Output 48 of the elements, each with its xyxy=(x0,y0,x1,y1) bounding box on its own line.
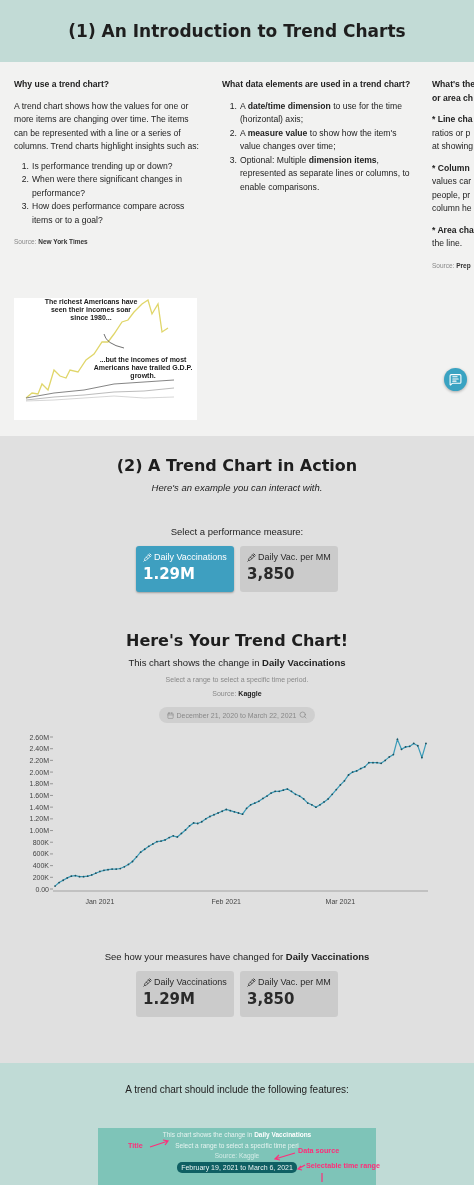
syringe-icon xyxy=(247,977,256,987)
list-item: A date/time dimension to use for the time (horizontal) axis; xyxy=(240,99,403,126)
chart-title: Here's Your Trend Chart! xyxy=(126,630,348,652)
comparison-caption: See how your measures have changed for Daily Vaccinations xyxy=(104,951,370,962)
list-number: 3. xyxy=(20,200,29,213)
section-title: (2) A Trend Chart in Action xyxy=(116,455,358,477)
list-number: 3. xyxy=(228,153,237,167)
text-line: people, pr xyxy=(432,188,471,202)
page-title: (1) An Introduction to Trend Charts xyxy=(68,21,406,41)
column-heading: What data elements are used in a trend chart? xyxy=(222,78,412,91)
list-item: When were there significant changes in performance? xyxy=(32,173,183,200)
text-line: at showing xyxy=(432,140,474,153)
measure-card[interactable]: Daily Vac. per MM 3,850 xyxy=(240,971,338,1017)
arrow-icon xyxy=(297,1165,305,1170)
list-item: How does performance compare across items or to a goal? xyxy=(32,200,186,227)
text-line: the line. xyxy=(432,237,463,250)
text-line: * Line cha xyxy=(432,113,473,126)
features-heading: A trend chart should include the following features: xyxy=(125,1084,349,1095)
section-subtitle: Here's an example you can interact with. xyxy=(151,482,323,493)
paragraph: A trend chart shows how the values for one or more items are changing over time. The items can be represented with a line or a series of columns. Trend charts highlight insights such as: xyxy=(14,99,200,153)
list-item: Optional: Multiple dimension items, represented as separate lines or columns, to enable comparisons. xyxy=(240,153,411,194)
syringe-icon xyxy=(143,552,152,562)
list-number: 1. xyxy=(228,99,237,113)
help-button[interactable] xyxy=(444,368,467,391)
syringe-icon xyxy=(143,977,152,987)
chat-icon xyxy=(449,373,462,386)
measure-card[interactable]: Daily Vac. per MM 3,850 xyxy=(240,546,338,592)
text-line: What's the xyxy=(432,78,474,91)
list-item: A measure value to show how the item's value changes over time; xyxy=(240,126,398,153)
measure-prompt: Select a performance measure: xyxy=(170,526,304,537)
calendar-icon xyxy=(166,711,174,719)
text-line: * Area cha xyxy=(432,223,474,237)
list-item: Is performance trending up or down? xyxy=(32,159,173,173)
list-number: 2. xyxy=(20,173,29,186)
arrow-icon xyxy=(274,1153,295,1160)
text-line: column he xyxy=(432,202,472,215)
list-number: 1. xyxy=(20,159,29,173)
column-heading: Why use a trend chart? xyxy=(14,78,111,91)
chart-caption: This chart shows the change in Daily Vaccinations xyxy=(128,657,346,668)
measure-card[interactable]: Daily Vaccinations 1.29M xyxy=(136,971,234,1017)
text-line: ratios or p xyxy=(432,126,471,140)
text-line: or area ch xyxy=(432,91,474,105)
arrow-icon xyxy=(150,1140,170,1148)
search-icon xyxy=(299,711,308,719)
list-number: 2. xyxy=(228,126,237,140)
text-line: * Column xyxy=(432,161,470,175)
syringe-icon xyxy=(247,552,256,562)
text-line: values car xyxy=(432,175,472,188)
